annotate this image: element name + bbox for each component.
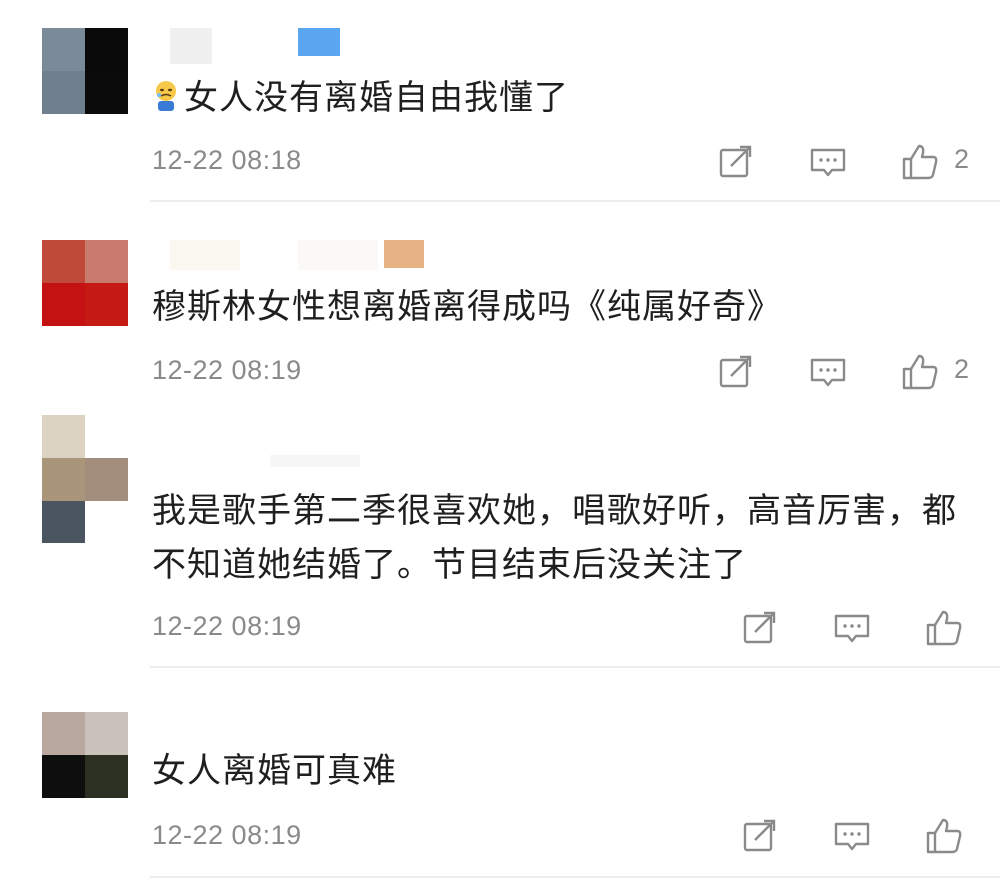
share-icon[interactable] bbox=[716, 352, 756, 392]
like-count: 2 bbox=[954, 144, 970, 174]
divider bbox=[150, 666, 1000, 668]
avatar[interactable] bbox=[42, 28, 128, 114]
comment-icon[interactable] bbox=[808, 352, 848, 392]
comment-actions bbox=[740, 816, 970, 856]
thumbs-up-icon[interactable] bbox=[924, 816, 964, 856]
timestamp: 12-22 08:18 bbox=[152, 145, 302, 175]
comment-actions: 2 bbox=[716, 352, 986, 392]
thumbs-up-icon[interactable] bbox=[900, 142, 940, 182]
comment-text: 女人离婚可真难 bbox=[152, 751, 397, 791]
timestamp: 12-22 08:19 bbox=[152, 820, 302, 850]
comment-icon[interactable] bbox=[832, 816, 872, 856]
like-count: 2 bbox=[954, 354, 970, 384]
timestamp: 12-22 08:19 bbox=[152, 611, 302, 641]
divider bbox=[150, 200, 1000, 202]
avatar[interactable] bbox=[42, 415, 128, 543]
share-icon[interactable] bbox=[716, 142, 756, 182]
crying-face-emoji-icon bbox=[152, 76, 180, 111]
comment-text-content: 女人没有离婚自由我懂了 bbox=[184, 78, 569, 118]
comment-text: 穆斯林女性想离婚离得成吗《纯属好奇》 bbox=[152, 287, 782, 327]
comment-actions bbox=[740, 608, 970, 648]
comment-text: 女人没有离婚自由我懂了 bbox=[152, 72, 569, 124]
username-redacted[interactable] bbox=[150, 28, 350, 64]
avatar[interactable] bbox=[42, 712, 128, 798]
avatar[interactable] bbox=[42, 240, 128, 326]
username-redacted[interactable] bbox=[150, 240, 450, 276]
timestamp: 12-22 08:19 bbox=[152, 355, 302, 385]
thumbs-up-icon[interactable] bbox=[924, 608, 964, 648]
comment-text-line-1: 我是歌手第二季很喜欢她，唱歌好听，高音厉害，都 bbox=[152, 491, 957, 531]
comment-icon[interactable] bbox=[832, 608, 872, 648]
comment-icon[interactable] bbox=[808, 142, 848, 182]
share-icon[interactable] bbox=[740, 816, 780, 856]
share-icon[interactable] bbox=[740, 608, 780, 648]
divider bbox=[150, 876, 1000, 878]
comment-text-line-2: 不知道她结婚了。节目结束后没关注了 bbox=[152, 545, 747, 585]
thumbs-up-icon[interactable] bbox=[900, 352, 940, 392]
comment-actions: 2 bbox=[716, 142, 986, 182]
